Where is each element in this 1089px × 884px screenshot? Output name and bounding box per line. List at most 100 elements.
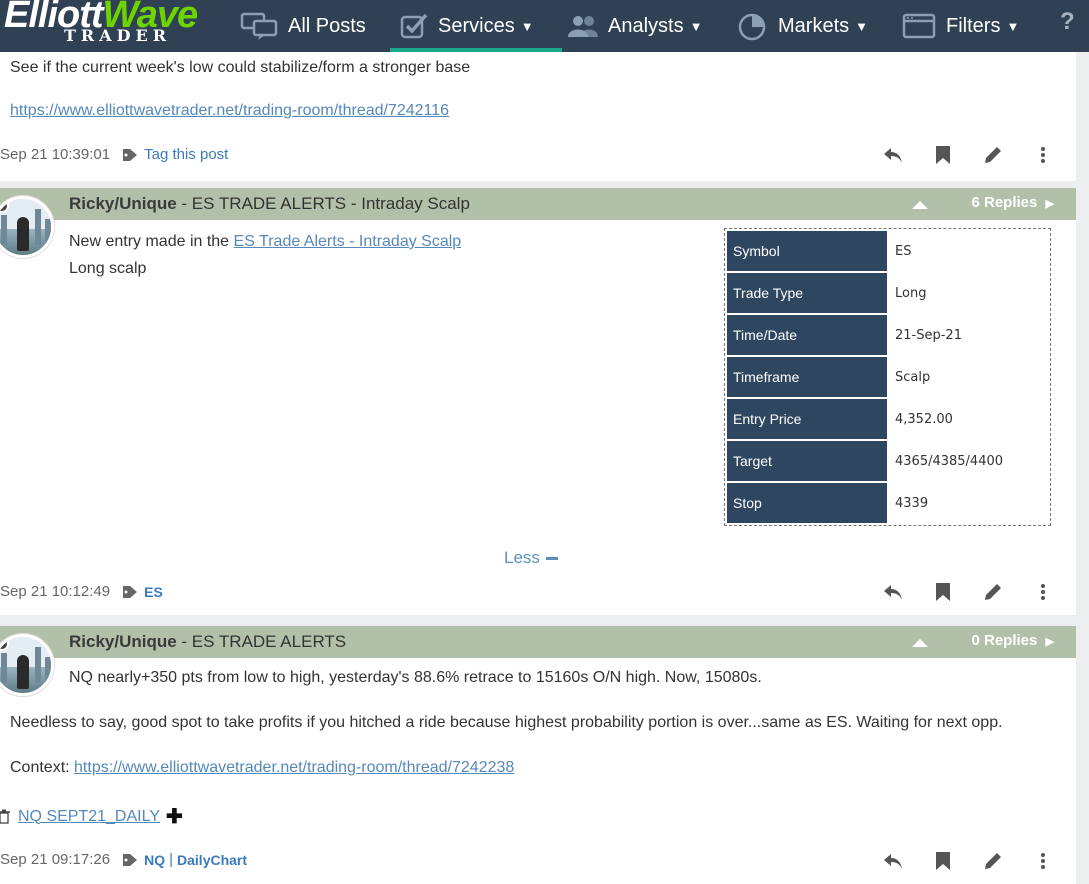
post-card: See if the current week's low could stab… <box>0 52 1076 181</box>
post-author-line: Ricky/Unique - ES TRADE ALERTS <box>69 632 346 652</box>
edit-pencil-icon[interactable] <box>982 850 1004 872</box>
replies-button[interactable]: 0 Replies ▶ <box>971 632 1054 649</box>
bookmark-icon[interactable] <box>932 850 954 872</box>
post-meta: Sep 21 10:12:49 ES <box>0 583 163 600</box>
trade-field-value: Long <box>895 285 927 301</box>
post-text: New entry made in the ES Trade Alerts - … <box>69 233 462 250</box>
trade-field-label: Target <box>727 441 887 481</box>
top-nav: ElliottWave TRADER All Posts Services ▼ A… <box>0 0 1089 52</box>
nav-analysts-label: Analysts <box>608 14 684 37</box>
service-link[interactable]: ES Trade Alerts - Intraday Scalp <box>234 233 462 250</box>
bookmark-icon[interactable] <box>932 581 954 603</box>
post-card: Ricky/Unique - ES TRADE ALERTS - Intrada… <box>0 188 1076 615</box>
nav-analysts[interactable]: Analysts ▼ <box>566 0 702 52</box>
more-menu-icon[interactable] <box>1032 581 1054 603</box>
help-icon[interactable]: ? <box>1060 8 1075 36</box>
replies-button[interactable]: 6 Replies ▶ <box>971 194 1054 211</box>
post-actions <box>882 144 1054 166</box>
chevron-right-icon: ▶ <box>1045 198 1054 210</box>
post-context: Context: https://www.elliottwavetrader.n… <box>10 759 515 776</box>
post-text: See if the current week's low could stab… <box>10 59 471 76</box>
trade-field-value: 4365/4385/4400 <box>895 453 1004 469</box>
nav-services-label: Services <box>438 14 515 37</box>
trade-row: Symbol ES <box>727 231 1048 271</box>
chevron-right-icon: ▶ <box>1045 636 1054 648</box>
bookmark-icon[interactable] <box>932 144 954 166</box>
post-text: NQ nearly+350 pts from low to high, yest… <box>69 669 762 686</box>
trade-row: Stop 4339 <box>727 483 1048 523</box>
tag-link[interactable]: ES <box>144 584 163 600</box>
attachment-link[interactable]: NQ SEPT21_DAILY <box>18 808 160 826</box>
post-title: - ES TRADE ALERTS - Intraday Scalp <box>176 194 470 213</box>
collapse-arrow-icon[interactable] <box>912 201 928 209</box>
trade-field-label: Time/Date <box>727 315 887 355</box>
reply-icon[interactable] <box>882 581 904 603</box>
chevron-down-icon: ▼ <box>520 18 534 34</box>
trade-row: Timeframe Scalp <box>727 357 1048 397</box>
tag-icon <box>123 148 138 161</box>
chevron-down-icon: ▼ <box>1006 18 1020 34</box>
trade-row: Target 4365/4385/4400 <box>727 441 1048 481</box>
less-toggle[interactable]: Less <box>504 548 558 568</box>
more-menu-icon[interactable] <box>1032 850 1054 872</box>
chat-bubbles-icon <box>240 12 278 40</box>
trade-row: Trade Type Long <box>727 273 1048 313</box>
tag-icon <box>123 585 138 598</box>
trade-field-value: Scalp <box>895 369 931 385</box>
post-header: Ricky/Unique - ES TRADE ALERTS - Intrada… <box>0 188 1076 220</box>
nav-markets[interactable]: Markets ▼ <box>738 0 868 52</box>
nav-markets-label: Markets <box>778 14 850 37</box>
chevron-down-icon: ▼ <box>855 18 868 34</box>
chevron-down-icon: ▼ <box>689 18 703 34</box>
post-header: Ricky/Unique - ES TRADE ALERTS 0 Replies… <box>0 626 1076 658</box>
nav-filters-label: Filters <box>946 14 1001 37</box>
trade-field-label: Timeframe <box>727 357 887 397</box>
post-text: Long scalp <box>69 260 147 277</box>
trade-field-label: Stop <box>727 483 887 523</box>
post-meta: Sep 21 09:17:26 NQ | DailyChart <box>0 851 248 868</box>
trash-icon[interactable] <box>0 809 10 824</box>
trade-field-value: 4339 <box>895 495 929 511</box>
more-menu-icon[interactable] <box>1032 144 1054 166</box>
trade-field-value: ES <box>895 243 912 259</box>
edit-pencil-icon[interactable] <box>982 581 1004 603</box>
author-name[interactable]: Ricky/Unique <box>69 194 177 213</box>
post-actions <box>882 581 1054 603</box>
tag-link[interactable]: NQ <box>144 852 165 868</box>
nav-all-posts[interactable]: All Posts <box>240 0 366 52</box>
avatar[interactable] <box>0 634 54 696</box>
attachment-row: NQ SEPT21_DAILY ✚ <box>0 804 183 829</box>
tag-this-post-link[interactable]: Tag this post <box>144 146 228 163</box>
post-title: - ES TRADE ALERTS <box>176 632 347 651</box>
window-icon <box>902 13 936 39</box>
trade-field-label: Entry Price <box>727 399 887 439</box>
elliottwave-trader-logo[interactable]: ElliottWave TRADER <box>4 0 198 45</box>
trade-field-label: Trade Type <box>727 273 887 313</box>
collapse-arrow-icon[interactable] <box>912 639 928 647</box>
reply-icon[interactable] <box>882 144 904 166</box>
tag-link[interactable]: DailyChart <box>177 852 247 868</box>
plus-icon[interactable]: ✚ <box>166 804 183 829</box>
edit-pencil-icon[interactable] <box>982 144 1004 166</box>
nav-services[interactable]: Services ▼ <box>400 0 534 52</box>
trade-field-label: Symbol <box>727 231 887 271</box>
trade-row: Time/Date 21-Sep-21 <box>727 315 1048 355</box>
tag-icon <box>123 853 138 866</box>
nav-filters[interactable]: Filters ▼ <box>902 0 1019 52</box>
avatar[interactable] <box>0 196 54 258</box>
author-name[interactable]: Ricky/Unique <box>69 632 177 651</box>
minus-icon <box>545 556 558 560</box>
trade-field-value: 4,352.00 <box>895 411 953 427</box>
post-author-line: Ricky/Unique - ES TRADE ALERTS - Intrada… <box>69 194 470 214</box>
post-link[interactable]: https://www.elliottwavetrader.net/tradin… <box>10 102 449 120</box>
trade-alert-table: Symbol ES Trade Type Long Time/Date 21-Sep-21… <box>724 228 1051 526</box>
context-link[interactable]: https://www.elliottwavetrader.net/tradin… <box>74 759 514 776</box>
post-timestamp: Sep 21 09:17:26 <box>0 851 111 868</box>
trade-field-value: 21-Sep-21 <box>895 327 962 343</box>
post-timestamp: Sep 21 10:39:01 <box>0 146 111 163</box>
post-actions <box>882 850 1054 872</box>
nav-all-posts-label: All Posts <box>288 14 366 37</box>
post-timestamp: Sep 21 10:12:49 <box>0 583 111 600</box>
post-card: Ricky/Unique - ES TRADE ALERTS 0 Replies… <box>0 626 1076 884</box>
reply-icon[interactable] <box>882 850 904 872</box>
